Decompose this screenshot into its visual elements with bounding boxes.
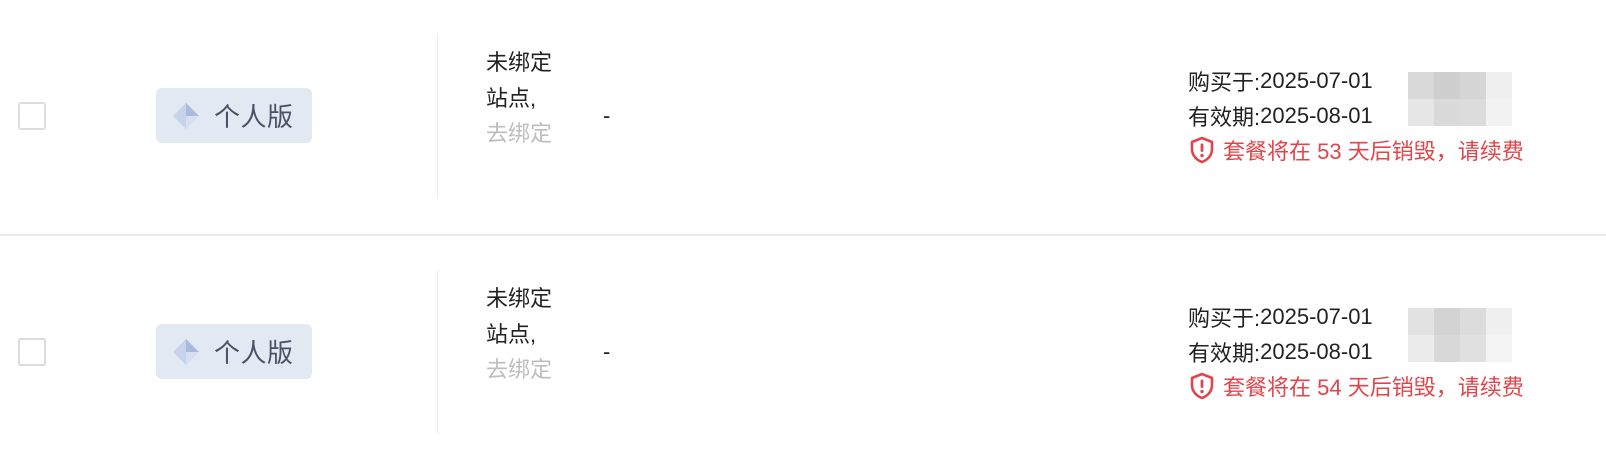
subscription-table: 个人版 未绑定站点, 去绑定 - 购买于: 2025-07-01 有效期: 20… [0,0,1606,457]
column-divider [437,34,438,198]
subscription-dates: 购买于: 2025-07-01 有效期: 2025-08-01 套餐将在 53 … [1188,63,1568,164]
warning-text: 套餐将在 54 天后销毁，请续费 [1223,375,1524,400]
edition-badge: 个人版 [156,88,312,143]
shield-exclamation-icon [1190,136,1214,164]
expiry-warning: 套餐将在 54 天后销毁，请续费 [1188,370,1524,402]
row-select-checkbox[interactable] [18,102,46,130]
edition-label: 个人版 [214,338,294,368]
table-row: 个人版 未绑定站点, 去绑定 - 购买于: 2025-07-01 有效期: 20… [0,236,1606,472]
edition-label: 个人版 [214,102,294,132]
site-binding: 未绑定站点, 去绑定 [486,45,566,152]
row-select-checkbox[interactable] [18,338,46,366]
extra-value: - [603,339,611,364]
bind-site-link[interactable]: 去绑定 [486,116,566,152]
purchase-label: 购买于: [1188,69,1261,95]
table-row: 个人版 未绑定站点, 去绑定 - 购买于: 2025-07-01 有效期: 20… [0,0,1606,236]
redacted-time-block [1408,308,1512,362]
column-divider [437,270,438,434]
expiry-date: 2025-08-01 [1260,103,1373,129]
redacted-time-block [1408,72,1512,126]
expiry-label: 有效期: [1188,105,1261,131]
expiry-warning: 套餐将在 53 天后销毁，请续费 [1188,134,1524,166]
site-binding: 未绑定站点, 去绑定 [486,281,566,388]
purchase-label: 购买于: [1188,305,1261,331]
site-status-text: 未绑定站点, [486,50,553,111]
bind-site-link[interactable]: 去绑定 [486,352,566,388]
edition-badge: 个人版 [156,324,312,379]
purchase-date: 2025-07-01 [1260,67,1373,93]
diamond-icon [173,338,199,365]
purchase-date: 2025-07-01 [1260,303,1373,329]
diamond-icon [173,102,199,129]
expiry-date: 2025-08-01 [1260,339,1373,365]
site-status-text: 未绑定站点, [486,286,553,347]
warning-text: 套餐将在 53 天后销毁，请续费 [1223,139,1524,164]
extra-value: - [603,103,611,128]
subscription-dates: 购买于: 2025-07-01 有效期: 2025-08-01 套餐将在 54 … [1188,299,1568,400]
shield-exclamation-icon [1190,372,1214,400]
expiry-label: 有效期: [1188,341,1261,367]
